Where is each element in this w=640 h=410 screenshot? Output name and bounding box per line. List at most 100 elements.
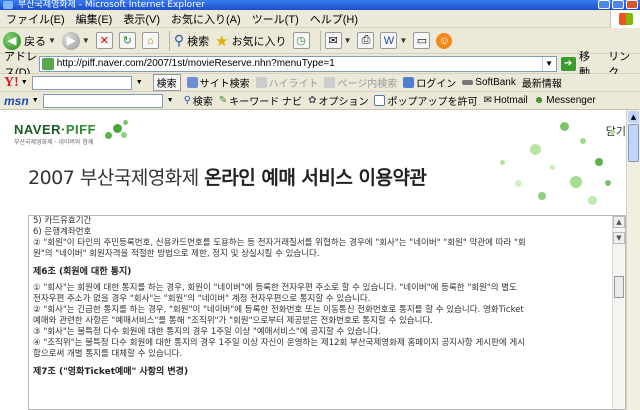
stop-icon: ✕: [95, 32, 113, 49]
menu-edit[interactable]: 編集(E): [76, 11, 113, 27]
softbank-icon: [462, 80, 474, 85]
terms-scrollbar[interactable]: ▲ ▼: [612, 216, 625, 409]
terms-line: 6) 은행계좌번호: [33, 227, 92, 237]
menu-tools[interactable]: ツール(T): [252, 11, 299, 27]
menu-bar: ファイル(E) 編集(E) 表示(V) お気に入り(A) ツール(T) ヘルプ(…: [0, 10, 640, 28]
logo-subtitle: 부산국제영화제 · 네이버와 함께: [14, 139, 94, 146]
address-url[interactable]: http://piff.naver.com/2007/1st/movieRese…: [57, 58, 542, 69]
article-6-title: 제6조 (회원에 대한 통지): [33, 267, 132, 277]
logo-dots-icon: [103, 118, 133, 148]
address-dropdown-icon[interactable]: ▼: [541, 56, 556, 71]
refresh-button[interactable]: ↻: [118, 32, 136, 49]
refresh-icon: ↻: [118, 32, 136, 49]
search-button[interactable]: ⚲ 検索: [174, 32, 209, 49]
maximize-button[interactable]: [612, 0, 624, 9]
site-search-button[interactable]: サイト検索: [186, 75, 250, 90]
chevron-down-icon[interactable]: ▼: [21, 79, 28, 86]
site-search-icon: [186, 77, 198, 88]
address-bar: アドレス(D) http://piff.naver.com/2007/1st/m…: [0, 51, 640, 79]
page-search-icon: [324, 77, 336, 88]
menu-help[interactable]: ヘルプ(H): [310, 11, 358, 27]
mail-button[interactable]: ✉ ▼: [324, 32, 351, 49]
forward-arrow-icon: ▶: [61, 31, 80, 50]
history-button[interactable]: ◷: [292, 32, 310, 49]
news-button[interactable]: 最新情報: [522, 75, 562, 90]
terms-line: 5) 카드유효기간: [33, 216, 92, 226]
chevron-down-icon[interactable]: ▼: [136, 79, 143, 86]
hotmail-button[interactable]: ✉ Hotmail: [483, 95, 527, 106]
print-button[interactable]: ⎙: [357, 32, 375, 49]
star-icon: ★: [215, 32, 229, 50]
favorites-button[interactable]: ★ お気に入り: [215, 32, 286, 50]
scroll-up-icon[interactable]: ▲: [628, 111, 639, 123]
messenger-buddy-icon: ☺: [436, 32, 453, 49]
scroll-down-icon[interactable]: ▼: [613, 232, 625, 244]
page-icon: [41, 57, 54, 70]
menu-file[interactable]: ファイル(E): [6, 11, 65, 27]
decorative-dots: [410, 110, 626, 210]
yahoo-search-button[interactable]: 検索: [152, 74, 181, 91]
close-window-button[interactable]: [626, 0, 638, 9]
msn-toolbar: msn ▼ ▼ ⚲ 検索 ✎ キーワード ナビ ✿ オプション ポップアップを許可 ✉…: [0, 92, 640, 110]
menu-favorites[interactable]: お気に入り(A): [171, 11, 241, 27]
article-7-title: 제7조 ("영화Ticket예매" 사항의 변경): [33, 367, 189, 377]
discuss-icon: ▭: [413, 32, 431, 49]
chevron-down-icon: ▼: [399, 36, 408, 45]
window-controls: [598, 0, 638, 9]
keyword-icon: ✎: [218, 95, 228, 106]
msn-logo[interactable]: msn: [4, 94, 29, 108]
terms-line: ② "회사"는 긴급한 통지를 하는 경우, "회원"이 "네이버"에 등록한 …: [33, 305, 524, 315]
popup-icon: [374, 95, 386, 106]
gear-icon: ✿: [308, 95, 317, 106]
terms-line: 전자우편 주소가 없을 경우 "회사"는 "회원"의 "네이버" 계정 전자우편…: [33, 294, 371, 304]
options-button[interactable]: ✿ オプション: [308, 93, 368, 108]
terms-line: ① "회사"는 회원에 대한 통지를 하는 경우, 회원이 "네이버"에 등록한…: [33, 283, 517, 293]
go-arrow-icon: ➔: [560, 56, 576, 71]
msn-search-button[interactable]: ⚲ 検索: [184, 93, 213, 108]
terms-line: 예매와 관련한 사항은 "예매서비스"를 통해 "조직위"가 "회원"으로부터 …: [33, 316, 433, 326]
highlight-button[interactable]: ハイライト: [255, 75, 318, 90]
stop-button[interactable]: ✕: [95, 32, 113, 49]
toolbar-separator: [168, 30, 170, 51]
window-scrollbar[interactable]: ▲: [626, 110, 640, 410]
menu-view[interactable]: 表示(V): [123, 11, 160, 27]
discuss-button[interactable]: ▭: [413, 32, 431, 49]
scroll-thumb[interactable]: [628, 124, 639, 162]
highlight-icon: [255, 77, 267, 88]
scroll-thumb[interactable]: [614, 276, 624, 298]
yahoo-search-input[interactable]: [31, 75, 132, 90]
page-title: 2007 부산국제영화제 온라인 예매 서비스 이용약관: [28, 167, 427, 189]
edit-button[interactable]: W ▼: [380, 32, 407, 49]
naver-piff-logo[interactable]: NAVER·PIFF: [14, 122, 96, 137]
messenger-link-button[interactable]: ☻ Messenger: [534, 95, 596, 106]
messenger-button[interactable]: ☺: [436, 32, 453, 49]
window-titlebar[interactable]: 부산국제영화제 - Microsoft Internet Explorer: [0, 0, 640, 10]
home-icon: ⌂: [141, 32, 159, 49]
yahoo-logo-icon[interactable]: Y!: [4, 75, 19, 91]
windows-logo-icon: [610, 10, 640, 28]
minimize-button[interactable]: [598, 0, 610, 9]
chevron-down-icon[interactable]: ▼: [32, 97, 39, 104]
chevron-down-icon[interactable]: ▼: [167, 97, 174, 104]
toolbar-separator: [319, 30, 321, 51]
terms-box[interactable]: 5) 카드유효기간 6) 은행계좌번호 ② "회원"이 타인의 주민등록번호, …: [28, 215, 626, 410]
window-title: 부산국제영화제 - Microsoft Internet Explorer: [18, 0, 205, 10]
printer-icon: ⎙: [357, 32, 375, 49]
mail-icon: ✉: [483, 95, 492, 106]
login-button[interactable]: ログイン: [403, 75, 456, 90]
keyword-navi-button[interactable]: ✎ キーワード ナビ: [219, 93, 302, 108]
page-content: NAVER·PIFF 부산국제영화제 · 네이버와 함께 닫기 2007 부산국…: [0, 110, 640, 410]
mail-icon: ✉: [324, 32, 342, 49]
softbank-button[interactable]: SoftBank: [462, 77, 516, 88]
msn-search-input[interactable]: [42, 93, 163, 108]
terms-line: ④ "조직위"는 불특정 다수 회원에 대한 통지의 경우 1주일 이상 자신이…: [33, 338, 526, 348]
scroll-up-icon[interactable]: ▲: [613, 216, 625, 228]
address-input[interactable]: http://piff.naver.com/2007/1st/movieRese…: [38, 55, 557, 72]
page-search-button[interactable]: ページ内検索: [324, 75, 397, 90]
messenger-icon: ☻: [533, 95, 545, 106]
search-icon: ⚲: [173, 32, 185, 48]
login-icon: [403, 77, 415, 88]
home-button[interactable]: ⌂: [141, 32, 159, 49]
popup-allow-button[interactable]: ポップアップを許可: [374, 93, 477, 108]
forward-button[interactable]: ▶ ▼: [61, 31, 90, 50]
